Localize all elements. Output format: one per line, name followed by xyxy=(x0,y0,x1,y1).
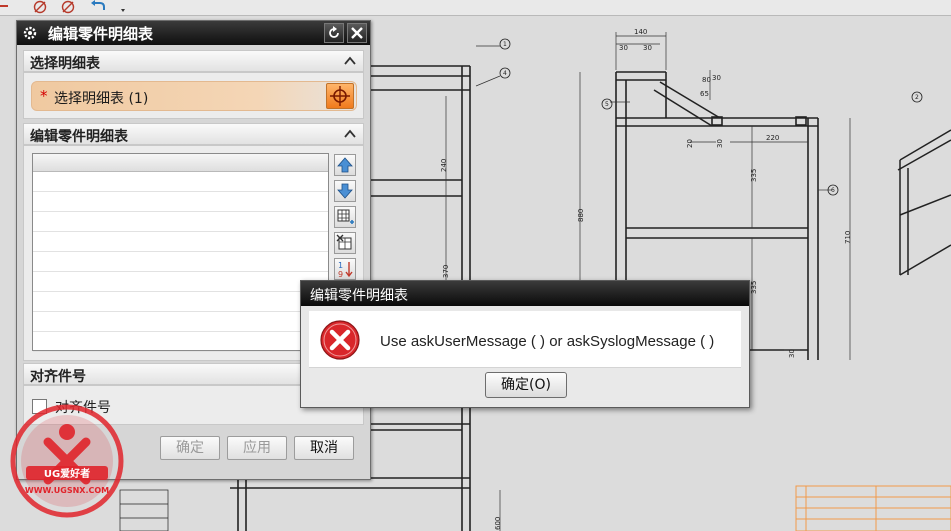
message-title: 编辑零件明细表 xyxy=(310,288,408,304)
balloon-4: 4 xyxy=(503,70,507,77)
balloon-6: 6 xyxy=(831,187,835,194)
dialog-title-bar[interactable]: 编辑零件明细表 xyxy=(17,21,370,45)
parts-list-table[interactable] xyxy=(32,153,329,352)
dim-30a: 30 xyxy=(619,44,628,52)
dim-30b: 30 xyxy=(643,44,652,52)
dim-710: 710 xyxy=(844,231,852,244)
dialog-title: 编辑零件明细表 xyxy=(48,25,154,43)
select-parts-list-row[interactable]: * 选择明细表 (1) xyxy=(31,81,357,111)
dim-140: 140 xyxy=(634,28,647,36)
section-align-label: 对齐件号 xyxy=(30,369,86,385)
table-row[interactable] xyxy=(33,212,328,232)
message-footer: 确定(O) xyxy=(309,367,741,401)
reset-button[interactable] xyxy=(324,23,344,43)
delete-row-button[interactable] xyxy=(334,232,356,254)
error-icon xyxy=(320,320,360,360)
balloon-5: 5 xyxy=(605,101,609,108)
dim-880: 880 xyxy=(577,209,585,222)
dim-240: 240 xyxy=(440,159,448,172)
cancel-button[interactable]: 取消 xyxy=(294,436,354,460)
table-row[interactable] xyxy=(33,172,328,192)
chevron-up-icon[interactable] xyxy=(343,55,357,67)
required-marker: * xyxy=(40,87,48,105)
dim-370: 370 xyxy=(442,265,450,278)
table-row[interactable] xyxy=(33,252,328,272)
arrow-down-icon xyxy=(337,183,353,199)
chevron-up-icon[interactable] xyxy=(343,128,357,140)
add-column-button[interactable] xyxy=(334,206,356,228)
dim-335a: 335 xyxy=(750,169,758,182)
message-ok-button[interactable]: 确定(O) xyxy=(485,372,567,398)
crosshair-icon xyxy=(330,86,350,106)
reset-icon xyxy=(329,26,339,38)
sort-label-top: 1 xyxy=(338,261,343,270)
dim-20: 20 xyxy=(686,139,694,148)
dim-80: 80 xyxy=(702,76,711,84)
table-row[interactable] xyxy=(33,192,328,212)
balloon-2: 2 xyxy=(915,94,919,101)
table-add-icon xyxy=(337,209,354,224)
move-down-button[interactable] xyxy=(334,180,356,202)
section-select-label: 选择明细表 xyxy=(30,56,100,72)
table-row[interactable] xyxy=(33,232,328,252)
balloon-1: 1 xyxy=(503,41,507,48)
message-text: Use askUserMessage ( ) or askSyslogMessa… xyxy=(380,333,715,350)
section-select-parts-list[interactable]: 选择明细表 xyxy=(23,50,364,72)
table-row[interactable] xyxy=(33,312,328,332)
message-title-bar[interactable]: 编辑零件明细表 xyxy=(301,281,749,306)
select-object-button[interactable] xyxy=(326,83,354,109)
ugsnx-watermark-logo: UG爱好者 WWW.UGSNX.COM xyxy=(10,404,124,518)
dim-30d: 30 xyxy=(716,139,724,148)
sort-icon: 1 9 xyxy=(338,261,353,279)
dim-30e: 30 xyxy=(788,349,796,358)
sort-button[interactable]: 1 9 xyxy=(334,258,356,280)
close-button[interactable] xyxy=(347,23,367,43)
watermark-url: WWW.UGSNX.COM xyxy=(25,486,109,495)
dropdown-arrow-icon[interactable] xyxy=(116,0,132,14)
table-delete-icon xyxy=(336,234,352,250)
table-row[interactable] xyxy=(33,332,328,352)
ok-button[interactable]: 确定 xyxy=(160,436,220,460)
table-header xyxy=(33,154,328,172)
section-edit-label: 编辑零件明细表 xyxy=(30,129,128,145)
sketch-circle-icon[interactable] xyxy=(32,0,48,14)
apply-button[interactable]: 应用 xyxy=(227,436,287,460)
watermark-name: UG爱好者 xyxy=(44,467,90,480)
section-edit-parts-list[interactable]: 编辑零件明细表 xyxy=(23,123,364,145)
dim-600: 600 xyxy=(494,517,502,530)
sketch-arc-icon[interactable] xyxy=(60,0,76,14)
table-row[interactable] xyxy=(33,292,328,312)
table-row[interactable] xyxy=(33,272,328,292)
dim-30c: 30 xyxy=(712,74,721,82)
top-toolbar xyxy=(0,0,951,16)
move-up-button[interactable] xyxy=(334,154,356,176)
arrow-up-icon xyxy=(337,157,353,173)
tool-icon-partial[interactable] xyxy=(0,0,16,14)
select-parts-list-label: 选择明细表 (1) xyxy=(54,91,149,107)
sort-label-bottom: 9 xyxy=(338,270,343,279)
dim-335b: 335 xyxy=(750,281,758,294)
undo-arrow-icon[interactable] xyxy=(90,0,106,14)
dim-65: 65 xyxy=(700,90,709,98)
dim-220: 220 xyxy=(766,134,779,142)
close-icon xyxy=(351,27,363,39)
error-message-dialog: 编辑零件明细表 Use askUserMessage ( ) or askSys… xyxy=(300,280,750,408)
gear-icon[interactable] xyxy=(21,24,39,42)
